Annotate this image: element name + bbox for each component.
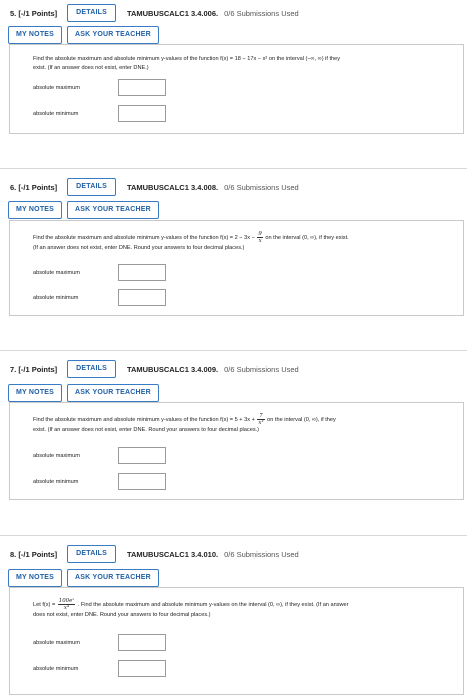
absolute-minimum-input[interactable]: [118, 105, 166, 122]
question-text-line: exist. (If an answer does not exist, ent…: [33, 65, 149, 71]
notes-row: MY NOTES ASK YOUR TEACHER: [8, 569, 159, 587]
absolute-maximum-input[interactable]: [118, 264, 166, 281]
notes-row: MY NOTES ASK YOUR TEACHER: [8, 384, 159, 402]
absolute-minimum-input[interactable]: [118, 473, 166, 490]
absolute-minimum-input[interactable]: [118, 660, 166, 677]
question-header: 7. [-/1 Points] DETAILS TAMUBUSCALC1 3.4…: [10, 360, 299, 378]
absolute-maximum-label: absolute maximum: [33, 85, 80, 91]
absolute-minimum-label: absolute minimum: [33, 111, 79, 117]
absolute-maximum-input[interactable]: [118, 447, 166, 464]
question-box: Find the absolute maximum and absolute m…: [9, 402, 464, 500]
my-notes-button[interactable]: MY NOTES: [8, 569, 63, 587]
question-header: 5. [-/1 Points] DETAILS TAMUBUSCALC1 3.4…: [10, 4, 299, 22]
submissions-used: 0/6 Submissions Used: [224, 549, 299, 559]
ask-teacher-button[interactable]: ASK YOUR TEACHER: [67, 26, 159, 44]
question-text-line: exist. (If an answer does not exist, ent…: [33, 427, 260, 433]
submissions-used: 0/6 Submissions Used: [224, 364, 299, 374]
submissions-used: 0/6 Submissions Used: [224, 8, 299, 18]
question-header: 6. [-/1 Points] DETAILS TAMUBUSCALC1 3.4…: [10, 178, 299, 196]
absolute-minimum-label: absolute minimum: [33, 666, 79, 672]
question-code: TAMUBUSCALC1 3.4.010.: [126, 549, 219, 559]
details-button[interactable]: DETAILS: [67, 545, 116, 563]
details-button[interactable]: DETAILS: [67, 360, 116, 378]
question-number: 5. [-/1 Points]: [10, 8, 58, 18]
question-text-line: Let f(x) = 100eˣ x⁴ . Find the absolute m…: [33, 598, 349, 611]
question-header: 8. [-/1 Points] DETAILS TAMUBUSCALC1 3.4…: [10, 545, 299, 563]
question-text: Find the absolute maximum and absolute m…: [33, 55, 455, 73]
question-number: 7. [-/1 Points]: [10, 364, 58, 374]
ask-teacher-button[interactable]: ASK YOUR TEACHER: [67, 569, 159, 587]
ask-teacher-button[interactable]: ASK YOUR TEACHER: [67, 384, 159, 402]
question-code: TAMUBUSCALC1 3.4.008.: [126, 182, 219, 192]
fraction: 7 x²: [257, 413, 265, 426]
question-box: Let f(x) = 100eˣ x⁴ . Find the absolute m…: [9, 587, 464, 695]
question-text: Let f(x) = 100eˣ x⁴ . Find the absolute m…: [33, 598, 455, 620]
question-text-line: Find the absolute maximum and absolute m…: [33, 231, 349, 244]
question-code: TAMUBUSCALC1 3.4.006.: [126, 8, 219, 18]
absolute-minimum-label: absolute minimum: [33, 295, 79, 301]
absolute-maximum-label: absolute maximum: [33, 640, 80, 646]
question-box: Find the absolute maximum and absolute m…: [9, 44, 464, 134]
divider: [0, 168, 467, 169]
question-text-line: (If an answer does not exist, enter DNE.…: [33, 245, 245, 251]
details-button[interactable]: DETAILS: [67, 4, 116, 22]
notes-row: MY NOTES ASK YOUR TEACHER: [8, 26, 159, 44]
absolute-minimum-input[interactable]: [118, 289, 166, 306]
ask-teacher-button[interactable]: ASK YOUR TEACHER: [67, 201, 159, 219]
absolute-maximum-label: absolute maximum: [33, 270, 80, 276]
details-button[interactable]: DETAILS: [67, 178, 116, 196]
question-code: TAMUBUSCALC1 3.4.009.: [126, 364, 219, 374]
fraction: 100eˣ x⁴: [57, 598, 76, 611]
question-box: Find the absolute maximum and absolute m…: [9, 220, 464, 316]
notes-row: MY NOTES ASK YOUR TEACHER: [8, 201, 159, 219]
question-text-line: Find the absolute maximum and absolute m…: [33, 413, 336, 426]
question-number: 8. [-/1 Points]: [10, 549, 58, 559]
fraction: 9x: [257, 231, 263, 244]
question-text-line: Find the absolute maximum and absolute m…: [33, 56, 341, 62]
absolute-maximum-label: absolute maximum: [33, 453, 80, 459]
question-text: Find the absolute maximum and absolute m…: [33, 231, 455, 253]
question-text-line: does not exist, enter DNE. Round your an…: [33, 612, 211, 618]
submissions-used: 0/6 Submissions Used: [224, 182, 299, 192]
divider: [0, 350, 467, 351]
question-number: 6. [-/1 Points]: [10, 182, 58, 192]
absolute-maximum-input[interactable]: [118, 79, 166, 96]
my-notes-button[interactable]: MY NOTES: [8, 384, 63, 402]
my-notes-button[interactable]: MY NOTES: [8, 26, 63, 44]
absolute-maximum-input[interactable]: [118, 634, 166, 651]
question-text: Find the absolute maximum and absolute m…: [33, 413, 455, 435]
absolute-minimum-label: absolute minimum: [33, 479, 79, 485]
divider: [0, 535, 467, 536]
my-notes-button[interactable]: MY NOTES: [8, 201, 63, 219]
